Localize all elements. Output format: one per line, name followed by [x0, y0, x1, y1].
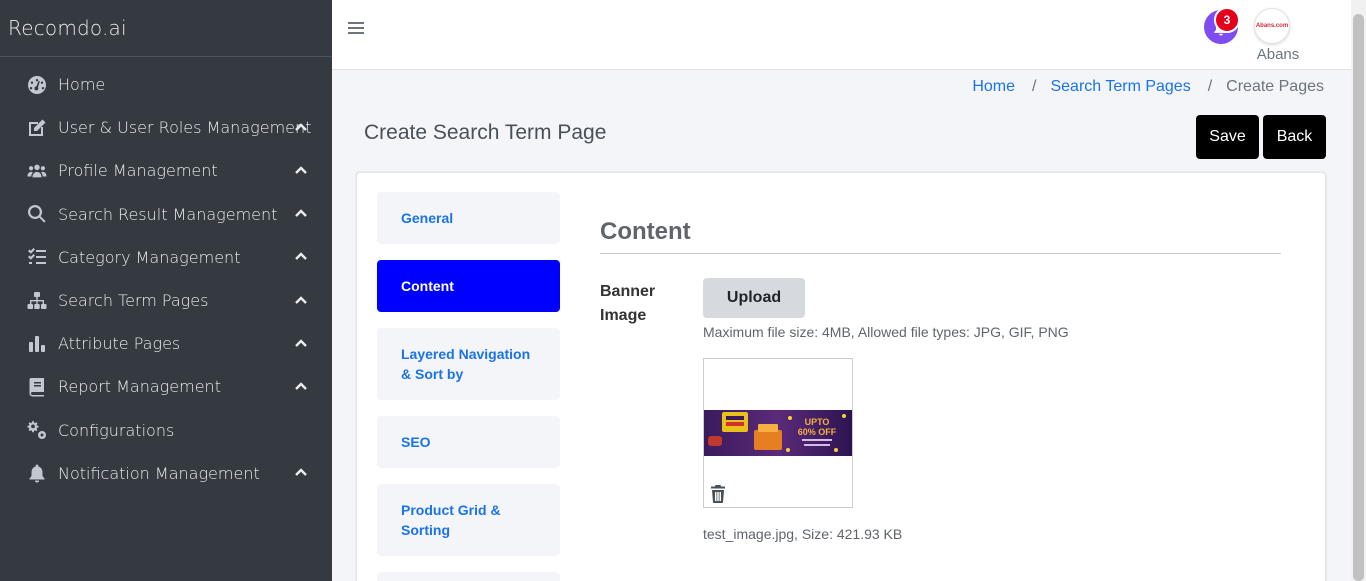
- users-icon: [26, 160, 48, 182]
- search-icon: [26, 203, 48, 225]
- user-avatar[interactable]: Abans.com: [1254, 8, 1290, 44]
- page-title: Create Search Term Page: [364, 121, 607, 144]
- chevron-up-icon: [294, 163, 308, 177]
- banner-text-upto: UPTO: [805, 417, 830, 427]
- avatar-logo: Abans.com: [1255, 23, 1289, 29]
- scrollbar-thumb[interactable]: [1353, 14, 1364, 581]
- sidebar-item-configurations[interactable]: Configurations: [0, 409, 332, 452]
- chevron-up-icon: [294, 379, 308, 393]
- sidebar-item-user-roles[interactable]: User & User Roles Management: [0, 106, 332, 149]
- bell-icon: [26, 462, 48, 484]
- sidebar-item-label: User & User Roles Management: [58, 118, 312, 138]
- banner-image-graphic: UPTO 60% OFF: [704, 410, 852, 456]
- banner-image: UPTO 60% OFF: [704, 410, 852, 456]
- upload-button[interactable]: Upload: [703, 278, 805, 318]
- file-info: test_image.jpg, Size: 421.93 KB: [703, 526, 903, 542]
- sidebar-item-label: Attribute Pages: [58, 334, 181, 354]
- sidebar-item-notification[interactable]: Notification Management: [0, 452, 332, 495]
- chevron-up-icon: [294, 465, 308, 479]
- breadcrumb-separator: /: [1032, 78, 1037, 95]
- tab-more[interactable]: [377, 572, 560, 581]
- sidebar-item-search-result[interactable]: Search Result Management: [0, 193, 332, 236]
- notification-count-badge: 3: [1214, 7, 1240, 33]
- sidebar-item-search-term-pages[interactable]: Search Term Pages: [0, 279, 332, 322]
- gears-icon: [26, 419, 48, 441]
- bar-chart-icon: [26, 333, 48, 355]
- sidebar-item-label: Profile Management: [58, 161, 218, 181]
- tab-layered-navigation[interactable]: Layered Navigation & Sort by: [377, 328, 560, 400]
- hamburger-menu-icon[interactable]: [348, 20, 364, 36]
- breadcrumb-home[interactable]: Home: [972, 78, 1015, 96]
- chevron-up-icon: [294, 293, 308, 307]
- chevron-up-icon: [294, 120, 308, 134]
- banner-image-label: Banner Image: [600, 280, 680, 328]
- breadcrumb: Home / Search Term Pages / Create Pages: [972, 78, 1324, 96]
- sidebar-item-category[interactable]: Category Management: [0, 236, 332, 279]
- sidebar-item-label: Category Management: [58, 247, 241, 267]
- banner-preview: UPTO 60% OFF: [703, 358, 853, 508]
- tab-content[interactable]: Content: [377, 260, 560, 312]
- banner-text-discount: 60% OFF: [798, 427, 837, 437]
- sidebar: Recomdo.ai Home User & User Roles Manage…: [0, 0, 332, 581]
- sidebar-item-label: Configurations: [58, 420, 175, 440]
- sidebar-item-label: Search Result Management: [58, 204, 278, 224]
- breadcrumb-separator: /: [1207, 78, 1213, 95]
- edit-icon: [26, 117, 48, 139]
- tab-seo[interactable]: SEO: [377, 416, 560, 468]
- banner-image-label-text: Banner Image: [600, 283, 656, 324]
- content-heading: Content: [600, 218, 691, 245]
- tab-product-grid[interactable]: Product Grid & Sorting: [377, 484, 560, 556]
- back-button[interactable]: Back: [1263, 115, 1326, 159]
- sidebar-item-attribute-pages[interactable]: Attribute Pages: [0, 322, 332, 365]
- sidebar-item-label: Notification Management: [58, 463, 260, 483]
- sitemap-icon: [26, 290, 48, 312]
- sidebar-item-profile[interactable]: Profile Management: [0, 149, 332, 192]
- dashboard-icon: [26, 74, 48, 96]
- brand-logo[interactable]: Recomdo.ai: [0, 0, 332, 57]
- page-scrollbar[interactable]: [1351, 0, 1366, 581]
- save-button[interactable]: Save: [1196, 115, 1259, 159]
- upload-hint: Maximum file size: 4MB, Allowed file typ…: [703, 324, 1069, 340]
- user-name: Abans: [1256, 46, 1300, 63]
- sidebar-nav: Home User & User Roles Management Profil…: [0, 57, 332, 495]
- sidebar-item-label: Report Management: [58, 377, 221, 397]
- heading-divider: [600, 253, 1281, 254]
- chevron-up-icon: [294, 249, 308, 263]
- book-icon: [26, 376, 48, 398]
- chevron-up-icon: [294, 336, 308, 350]
- list-check-icon: [26, 246, 48, 268]
- tab-general[interactable]: General: [377, 192, 560, 244]
- chevron-up-icon: [294, 206, 308, 220]
- trash-icon[interactable]: [710, 485, 726, 504]
- top-navbar: 3 Abans.com Abans: [332, 0, 1351, 70]
- sidebar-item-label: Home: [58, 75, 106, 95]
- sidebar-item-label: Search Term Pages: [58, 291, 209, 311]
- breadcrumb-current: Create Pages: [1226, 78, 1324, 95]
- sidebar-item-home[interactable]: Home: [0, 63, 332, 106]
- sidebar-item-report[interactable]: Report Management: [0, 365, 332, 408]
- breadcrumb-search-term-pages[interactable]: Search Term Pages: [1050, 78, 1190, 96]
